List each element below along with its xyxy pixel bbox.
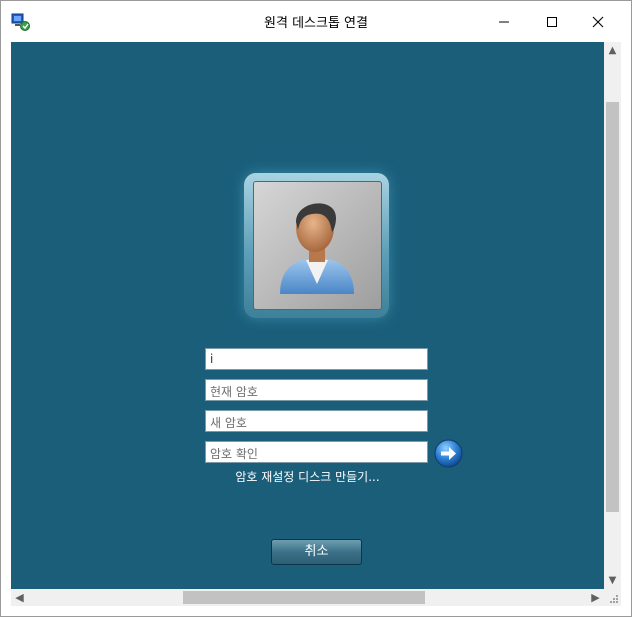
remote-desktop-window: 원격 데스크톱 연결 i 현재 암호 새 암호 암호 확인 암호 재설정 디스크… [0,0,632,617]
scroll-up-icon[interactable]: ▲ [604,42,621,59]
new-password-field[interactable]: 새 암호 [205,410,428,432]
minimize-button[interactable] [481,1,527,42]
close-icon [592,16,604,27]
title-bar[interactable]: 원격 데스크톱 연결 [1,1,631,42]
scroll-left-icon[interactable]: ◀ [11,589,28,606]
user-avatar-icon [280,203,354,294]
user-avatar [253,181,382,310]
minimize-icon [499,21,509,22]
scroll-down-icon[interactable]: ▼ [604,572,621,589]
vertical-scroll-thumb[interactable] [606,102,619,512]
horizontal-scrollbar[interactable]: ◀ ▶ [11,589,604,606]
vertical-scrollbar[interactable]: ▲ ▼ [604,42,621,589]
maximize-button[interactable] [529,1,575,42]
close-button[interactable] [575,1,621,42]
username-field[interactable]: i [205,348,428,370]
create-reset-disk-link[interactable]: 암호 재설정 디스크 만들기... [11,468,604,485]
maximize-icon [547,16,557,27]
confirm-password-field[interactable]: 암호 확인 [205,441,428,463]
cancel-button[interactable]: 취소 [271,539,362,565]
scroll-right-icon[interactable]: ▶ [587,589,604,606]
size-grip-dots-icon [610,595,618,603]
horizontal-scroll-thumb[interactable] [183,591,425,604]
current-password-field[interactable]: 현재 암호 [205,379,428,401]
arrow-right-icon [434,439,463,468]
resize-grip-icon[interactable] [604,589,621,606]
logon-screen: i 현재 암호 새 암호 암호 확인 암호 재설정 디스크 만들기... 취소 [11,42,604,589]
user-avatar-frame [244,173,389,318]
submit-button[interactable] [434,439,463,468]
